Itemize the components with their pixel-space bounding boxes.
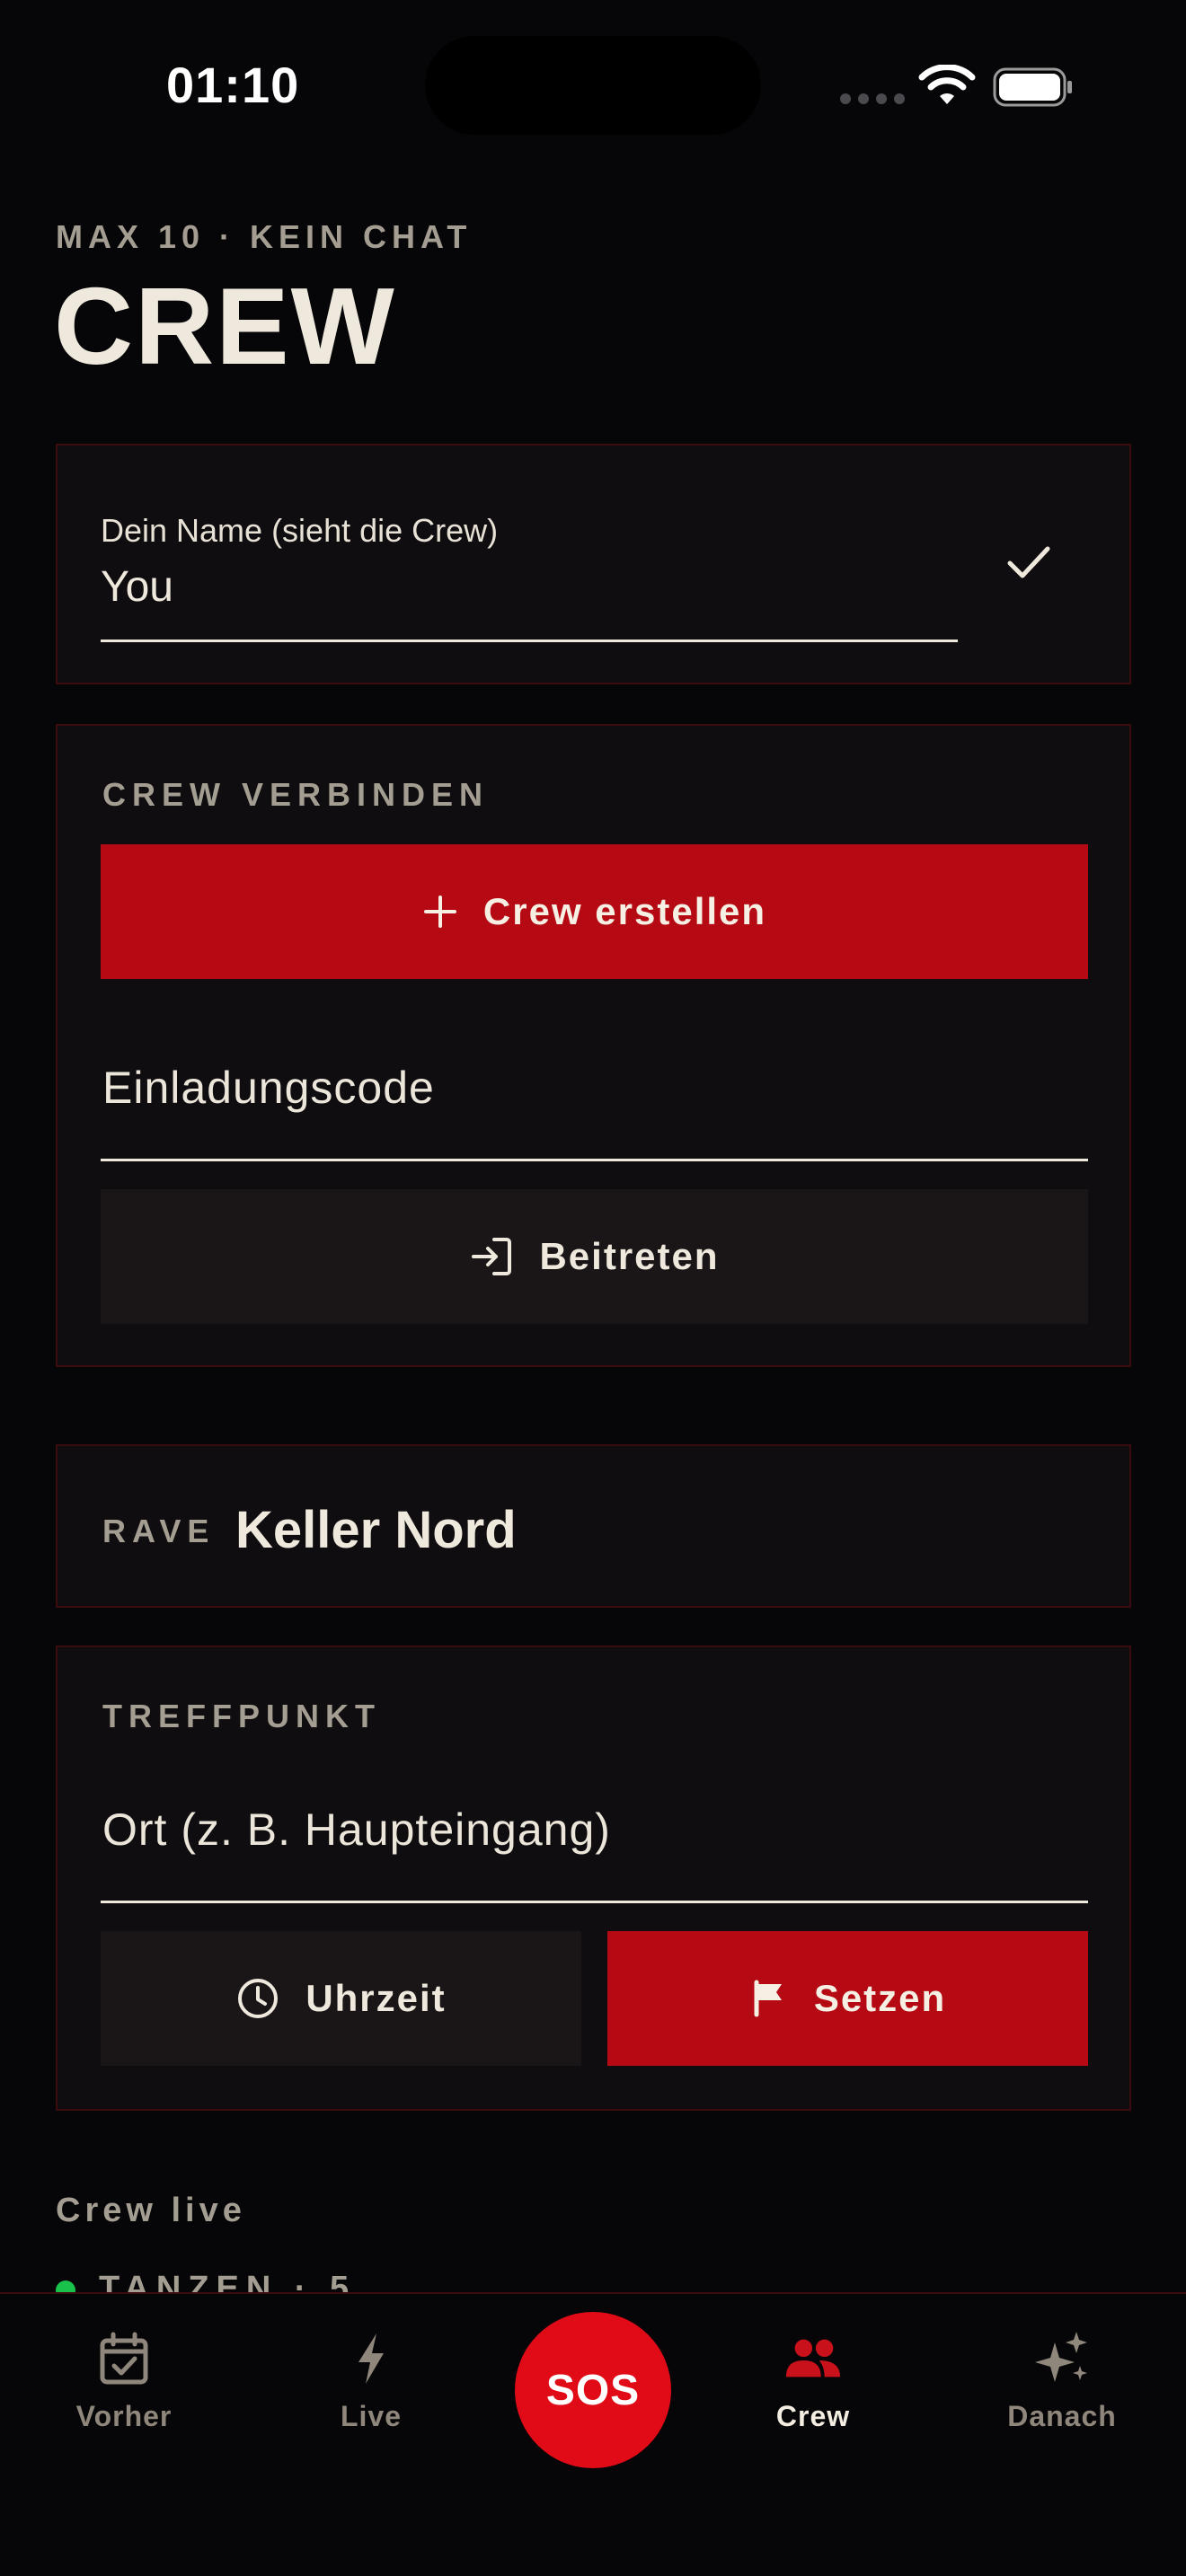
rave-label: RAVE — [102, 1513, 216, 1549]
invite-code-underline — [101, 1159, 1088, 1161]
bolt-icon — [342, 2330, 400, 2387]
page-eyebrow: MAX 10 · KEIN CHAT — [56, 218, 473, 255]
set-label: Setzen — [813, 1977, 947, 2019]
dynamic-island — [425, 36, 761, 135]
tab-label: Danach — [1007, 2400, 1117, 2432]
tab-label: Crew — [775, 2400, 851, 2432]
tab-bar: Vorher Live SOS Crew Danach — [0, 2292, 1186, 2576]
time-button[interactable]: Uhrzeit — [101, 1931, 581, 2066]
tab-vorher[interactable]: Vorher — [25, 2330, 223, 2465]
login-icon — [472, 1238, 512, 1275]
wifi-icon — [918, 65, 976, 104]
sparkles-icon — [1033, 2330, 1091, 2387]
meeting-point-card: TREFFPUNKT Ort (z. B. Haupteingang) Uhrz… — [56, 1645, 1131, 2111]
page-title: CREW — [54, 265, 396, 387]
tab-danach[interactable]: Danach — [963, 2330, 1161, 2465]
tab-label: Vorher — [75, 2400, 173, 2432]
invite-code-input[interactable]: Einladungscode — [102, 1062, 435, 1114]
name-input-underline — [101, 640, 958, 642]
plus-icon — [423, 895, 456, 928]
name-card: Dein Name (sieht die Crew) You — [56, 444, 1131, 684]
name-input[interactable]: You — [101, 562, 173, 612]
meeting-point-heading: TREFFPUNKT — [102, 1698, 381, 1734]
status-time: 01:10 — [166, 57, 300, 113]
rave-name: Keller Nord — [235, 1501, 517, 1559]
crew-connect-heading: CREW VERBINDEN — [102, 776, 490, 813]
crew-live-heading: Crew live — [56, 2192, 246, 2229]
join-label: Beitreten — [539, 1235, 720, 1277]
location-input-underline — [101, 1901, 1088, 1903]
create-crew-label: Crew erstellen — [482, 890, 767, 932]
check-icon — [1007, 546, 1050, 578]
confirm-name-button[interactable] — [992, 526, 1064, 598]
rave-card: RAVE Keller Nord — [56, 1444, 1131, 1608]
status-bar: 01:10 — [0, 0, 1186, 171]
join-button[interactable]: Beitreten — [101, 1189, 1088, 1324]
tab-crew[interactable]: Crew — [714, 2330, 912, 2465]
set-meeting-point-button[interactable]: Setzen — [607, 1931, 1088, 2066]
flag-icon — [754, 1980, 782, 2017]
battery-icon — [993, 67, 1072, 107]
create-crew-button[interactable]: Crew erstellen — [101, 844, 1088, 979]
time-label: Uhrzeit — [305, 1977, 447, 2019]
people-icon — [784, 2330, 842, 2387]
location-input[interactable]: Ort (z. B. Haupteingang) — [102, 1804, 611, 1856]
cellular-signal-icon — [840, 93, 905, 104]
tab-label: Live — [340, 2400, 403, 2432]
clock-icon — [238, 1979, 279, 2018]
tab-live[interactable]: Live — [272, 2330, 470, 2465]
sos-button[interactable]: SOS — [515, 2312, 671, 2468]
crew-connect-card: CREW VERBINDEN Crew erstellen Einladungs… — [56, 724, 1131, 1367]
calendar-check-icon — [95, 2330, 153, 2387]
name-field-label: Dein Name (sieht die Crew) — [101, 512, 499, 549]
